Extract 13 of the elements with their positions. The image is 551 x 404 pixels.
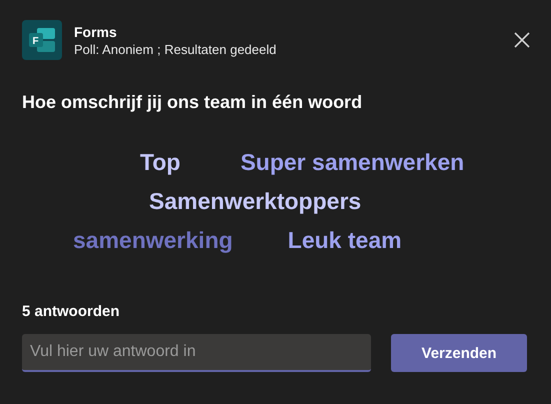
cloud-word: Leuk team — [288, 227, 402, 254]
answer-field[interactable]: Vul hier uw antwoord in — [22, 334, 372, 372]
cloud-word: Super samenwerken — [240, 149, 464, 176]
cloud-word: Samenwerktoppers — [149, 188, 362, 215]
response-count: 5 antwoorden — [22, 303, 121, 320]
poll-question: Hoe omschrijf jij ons team in één woord — [22, 92, 364, 113]
close-icon — [513, 31, 531, 49]
cloud-word: samenwerking — [73, 227, 233, 254]
cloud-word: Top — [140, 149, 180, 176]
forms-app-icon: F — [22, 20, 62, 60]
submit-button[interactable]: Verzenden — [391, 334, 527, 372]
poll-subtitle: Poll: Anoniem ; Resultaten gedeeld — [74, 42, 278, 56]
app-name: Forms — [74, 24, 118, 40]
